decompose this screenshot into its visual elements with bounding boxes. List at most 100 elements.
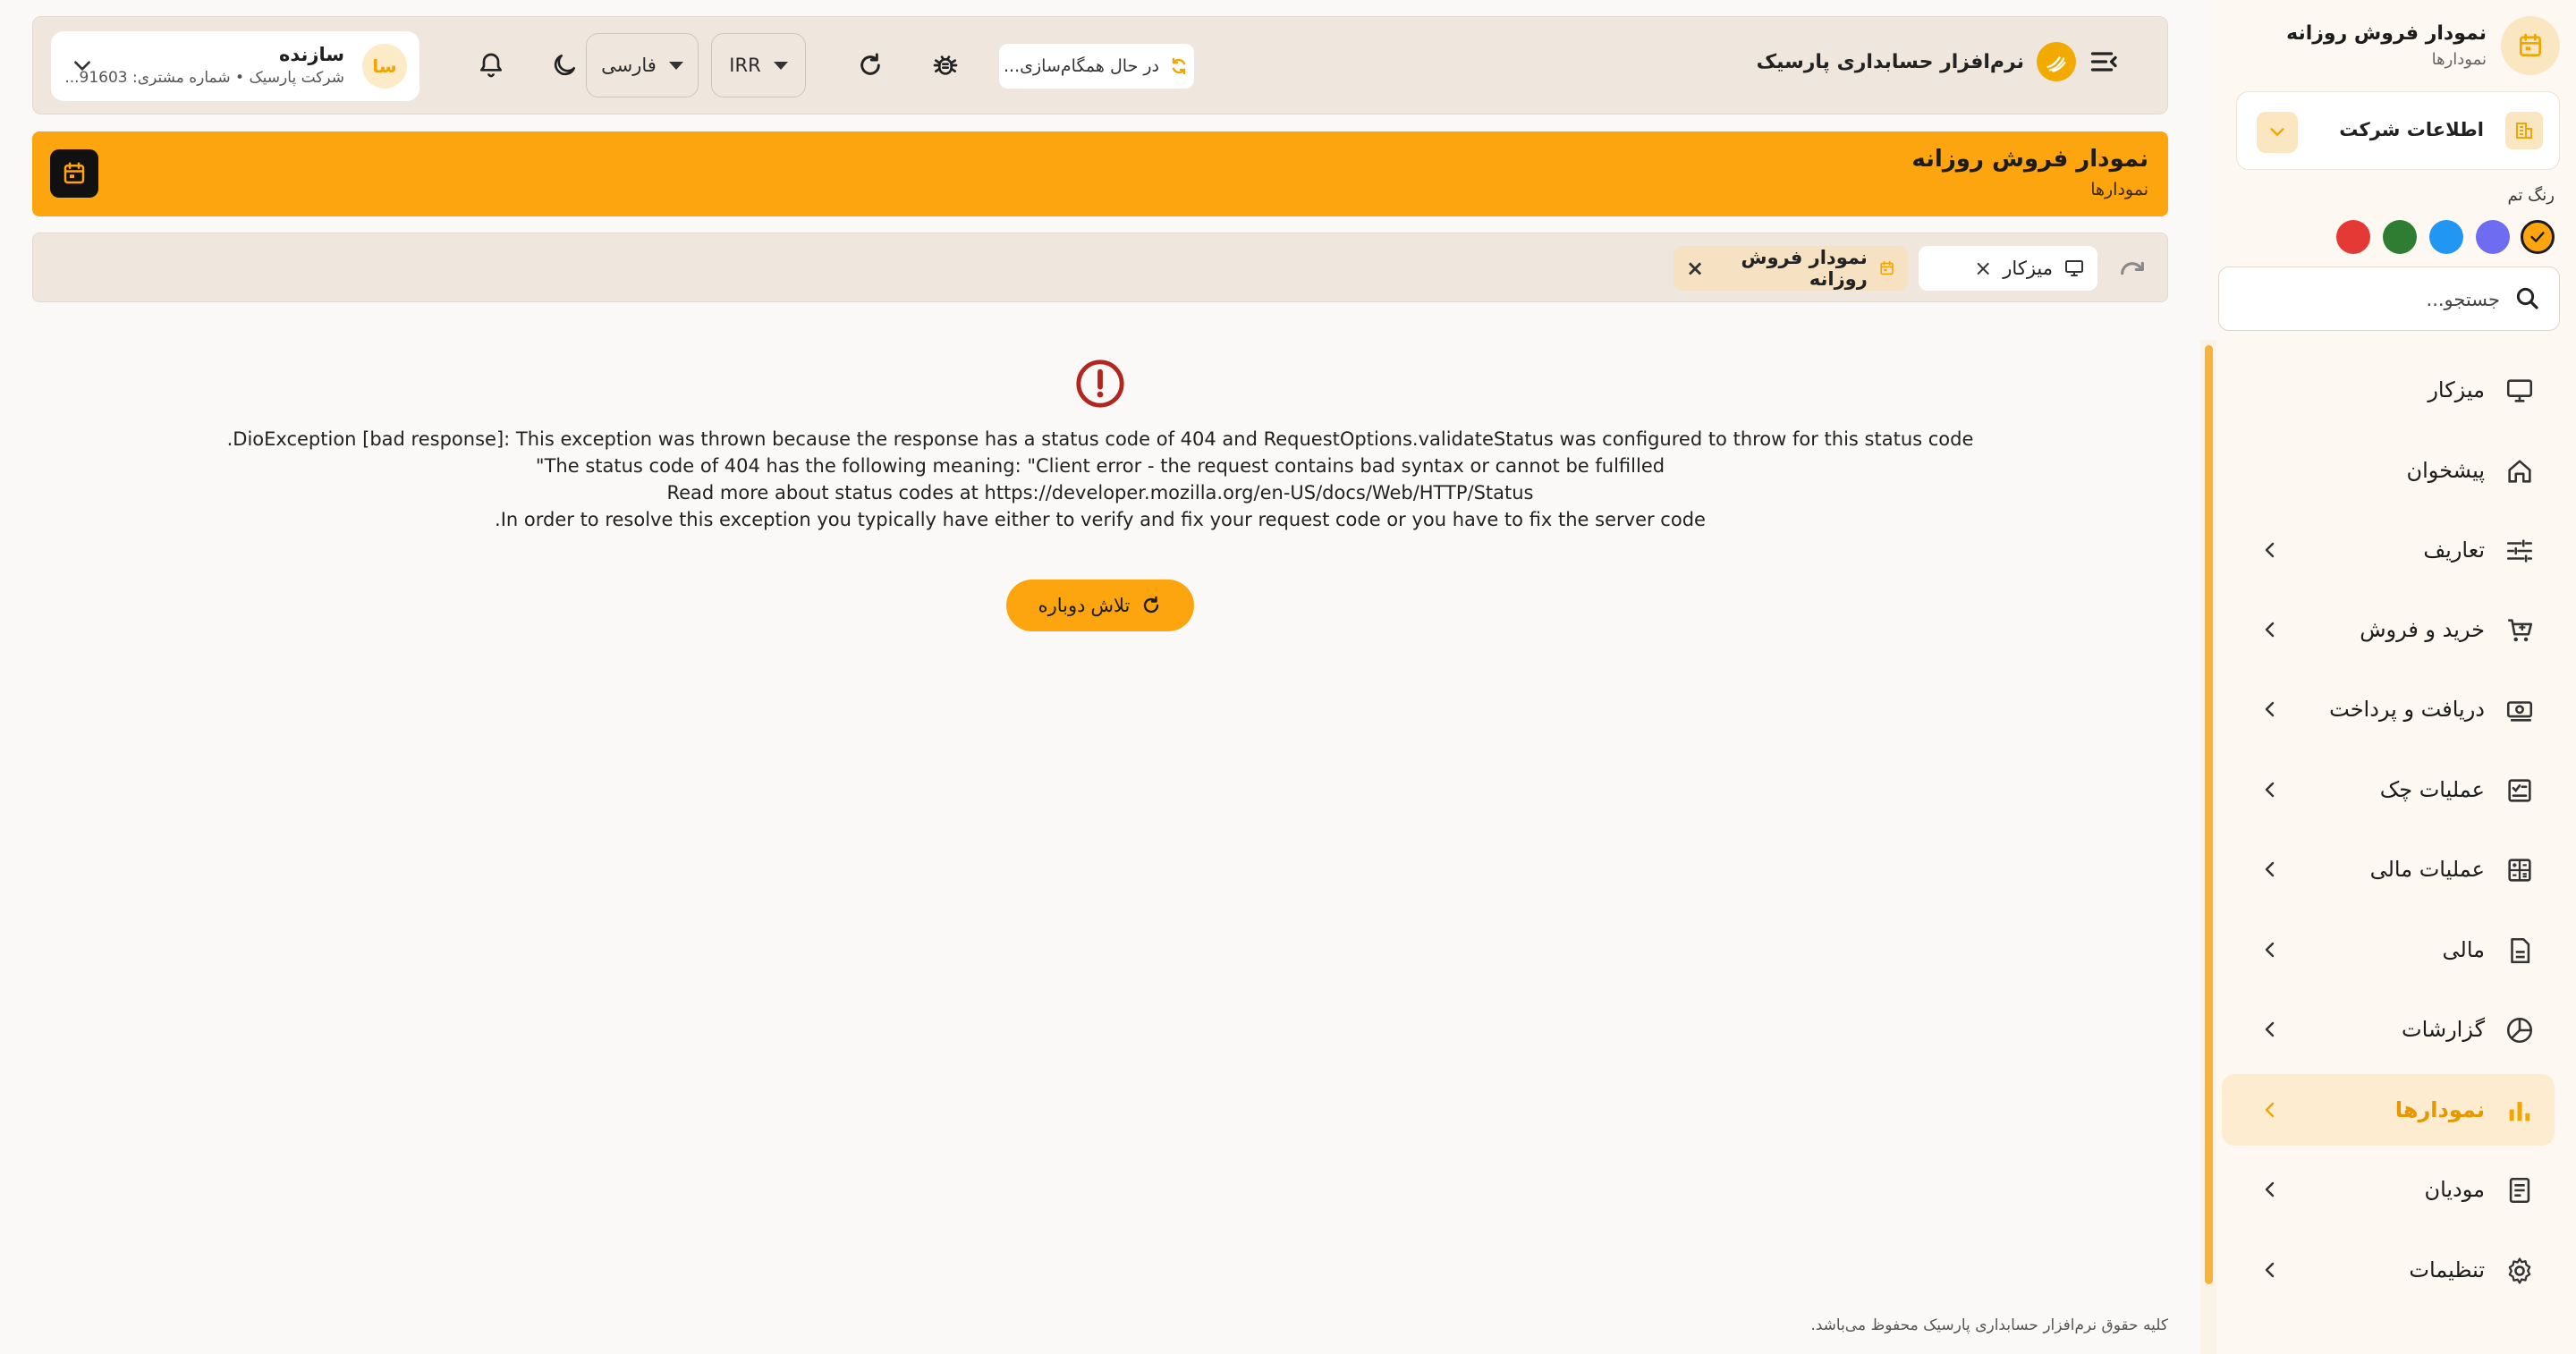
dark-mode-toggle[interactable] xyxy=(541,42,588,89)
retry-icon xyxy=(1144,596,1159,614)
sidebar-item-label: تنظیمات xyxy=(2409,1257,2485,1282)
home-icon xyxy=(2508,460,2531,483)
sidebar-search xyxy=(2218,267,2560,331)
search-input[interactable] xyxy=(2250,283,2500,316)
date-picker-button[interactable] xyxy=(50,149,98,198)
pie-chart-icon xyxy=(2506,1017,2533,1044)
main-content: سازنده شرکت پارسیک • شماره مشتری: 91603.… xyxy=(0,0,2200,1354)
sidebar-header: نمودار فروش روزانه نمودارها xyxy=(2286,16,2560,75)
language-value: فارسی xyxy=(601,55,657,76)
desktop-icon xyxy=(2506,379,2533,402)
app-root: سازنده شرکت پارسیک • شماره مشتری: 91603.… xyxy=(0,0,2576,1354)
company-info-label: اطلاعات شرکت xyxy=(2339,119,2484,140)
building-icon xyxy=(2505,112,2543,149)
sidebar-header-text: نمودار فروش روزانه نمودارها xyxy=(2286,22,2487,69)
sidebar-scrollbar[interactable] xyxy=(2200,340,2216,1354)
sidebar-item-label: عملیات چک xyxy=(2379,777,2485,802)
theme-swatch-red[interactable] xyxy=(2336,220,2370,254)
calculator-icon xyxy=(2508,859,2531,882)
top-bar: سازنده شرکت پارسیک • شماره مشتری: 91603.… xyxy=(32,16,2168,114)
menu-icon[interactable] xyxy=(2089,46,2121,78)
retry-label: تلاش دوباره xyxy=(1038,595,1131,616)
tab-daily-sales-chart[interactable]: نمودار فروش روزانه × xyxy=(1674,246,1908,291)
company-info-card[interactable]: اطلاعات شرکت xyxy=(2236,91,2560,170)
chevron-left-icon xyxy=(2265,1102,2275,1118)
user-subtitle: شرکت پارسیک • شماره مشتری: 91603... xyxy=(64,69,344,87)
sidebar-item-label: خرید و فروش xyxy=(2360,617,2485,642)
sidebar-item-label: دریافت و پرداخت xyxy=(2329,697,2485,722)
theme-swatch-orange[interactable] xyxy=(2521,220,2555,254)
caret-down-icon xyxy=(668,61,683,70)
chevron-left-icon xyxy=(2265,622,2275,638)
currency-select[interactable]: IRR xyxy=(711,33,806,97)
user-info: سازنده شرکت پارسیک • شماره مشتری: 91603.… xyxy=(64,44,344,87)
bug-icon xyxy=(933,55,958,75)
refresh-button[interactable] xyxy=(847,42,894,89)
chevron-left-icon xyxy=(2265,542,2275,558)
sidebar-item-purchase-sales[interactable]: خرید و فروش xyxy=(2222,594,2555,665)
user-menu[interactable]: سازنده شرکت پارسیک • شماره مشتری: 91603.… xyxy=(51,31,419,101)
company-dropdown-button[interactable] xyxy=(2257,112,2298,153)
error-line: In order to resolve this exception you t… xyxy=(495,509,1706,530)
sidebar-item-taxpayers[interactable]: مودیان xyxy=(2222,1154,2555,1225)
chevron-left-icon xyxy=(2265,1181,2275,1197)
theme-swatch-purple[interactable] xyxy=(2476,220,2510,254)
error-panel: DioException [bad response]: This except… xyxy=(32,358,2168,631)
sidebar-item-finance[interactable]: مالی xyxy=(2222,914,2555,986)
error-line: The status code of 404 has the following… xyxy=(535,455,1665,477)
error-message: DioException [bad response]: This except… xyxy=(32,426,2168,533)
chevron-left-icon xyxy=(2265,701,2275,717)
sidebar-item-charts[interactable]: نمودارها xyxy=(2222,1074,2555,1146)
redo-icon[interactable] xyxy=(2117,253,2148,283)
moon-icon xyxy=(554,55,575,76)
brand-logo-icon xyxy=(2037,42,2076,81)
tab-label: میزکار xyxy=(2003,258,2053,279)
tab-desktop[interactable]: میزکار × xyxy=(1919,246,2097,291)
close-icon[interactable]: × xyxy=(1974,258,1992,279)
tab-bar: میزکار × نمودار فروش روزانه × xyxy=(32,233,2168,302)
cart-icon xyxy=(2508,619,2533,642)
sidebar-item-label: نمودارها xyxy=(2394,1097,2485,1122)
sidebar-item-desktop[interactable]: میزکار xyxy=(2222,354,2555,426)
retry-button[interactable]: تلاش دوباره xyxy=(1005,580,1195,631)
sidebar-page-badge xyxy=(2501,16,2560,75)
sidebar-item-receipts-payments[interactable]: دریافت و پرداخت xyxy=(2222,673,2555,745)
chevron-left-icon xyxy=(2265,1021,2275,1037)
sidebar-item-label: عملیات مالی xyxy=(2369,857,2485,882)
sidebar-item-settings[interactable]: تنظیمات xyxy=(2222,1234,2555,1306)
sidebar-item-label: گزارشات xyxy=(2402,1017,2485,1042)
bar-chart-icon xyxy=(2509,1102,2530,1121)
calendar-icon xyxy=(2520,33,2541,56)
chevron-left-icon xyxy=(2265,942,2275,958)
chevron-left-icon xyxy=(2265,861,2275,877)
currency-value: IRR xyxy=(729,55,761,76)
sidebar-item-financial-operations[interactable]: عملیات مالی xyxy=(2222,834,2555,905)
refresh-icon xyxy=(860,53,880,75)
notifications-button[interactable] xyxy=(468,42,514,89)
calendar-icon xyxy=(64,162,85,184)
sidebar-item-label: تعاریف xyxy=(2423,537,2485,563)
sidebar-item-label: مودیان xyxy=(2424,1177,2485,1202)
cash-icon xyxy=(2506,701,2533,722)
footer-copyright: کلیه حقوق نرم‌افزار حسابداری پارسیک محفو… xyxy=(1810,1316,2168,1334)
chevron-left-icon xyxy=(2265,1262,2275,1278)
page-header: نمودار فروش روزانه نمودارها xyxy=(32,131,2168,216)
sliders-icon xyxy=(2506,539,2533,563)
sidebar-item-reports[interactable]: گزارشات xyxy=(2222,994,2555,1065)
language-select[interactable]: فارسی xyxy=(586,33,699,97)
document-icon xyxy=(2511,937,2530,964)
error-icon xyxy=(1076,360,1124,408)
theme-swatch-blue[interactable] xyxy=(2429,220,2463,254)
sidebar-item-definitions[interactable]: تعاریف xyxy=(2222,514,2555,586)
caret-down-icon xyxy=(773,61,788,70)
theme-swatch-green[interactable] xyxy=(2383,220,2417,254)
debug-button[interactable] xyxy=(922,42,969,89)
avatar: سا xyxy=(362,44,407,89)
scrollbar-thumb[interactable] xyxy=(2205,345,2213,1284)
page-title: نمودار فروش روزانه xyxy=(1911,146,2148,173)
close-icon[interactable]: × xyxy=(1686,258,1704,279)
check-icon xyxy=(2508,779,2531,802)
sidebar-item-dashboard[interactable]: پیشخوان xyxy=(2222,435,2555,506)
sidebar-item-check-operations[interactable]: عملیات چک xyxy=(2222,754,2555,825)
receipt-icon xyxy=(2509,1177,2530,1204)
